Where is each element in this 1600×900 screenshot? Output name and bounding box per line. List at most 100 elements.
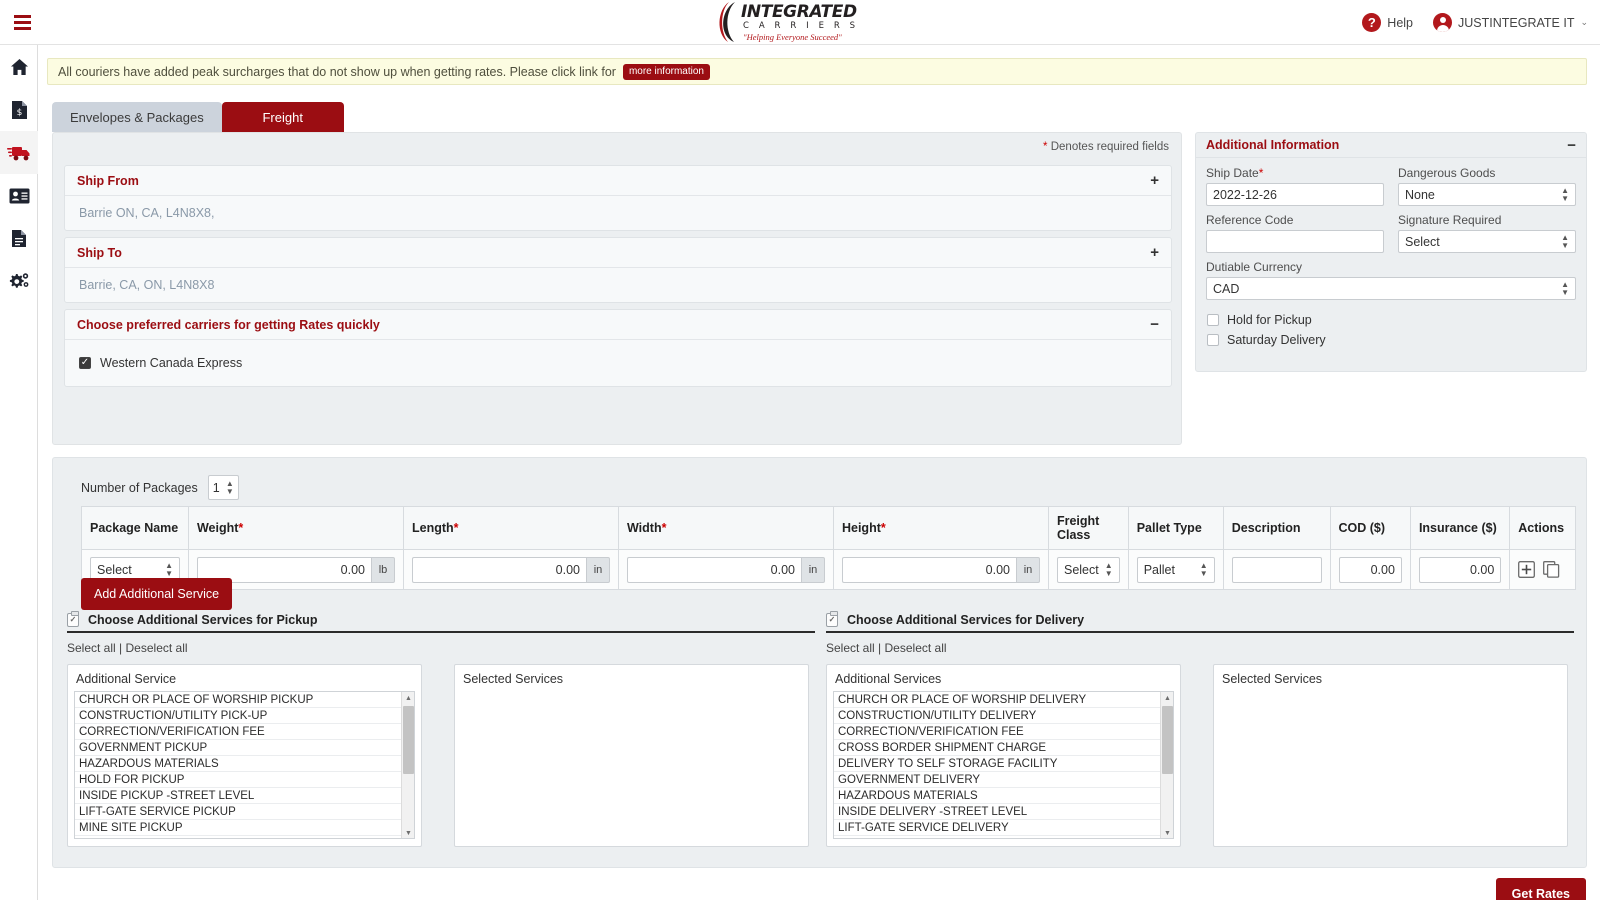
reference-code-input[interactable]: [1206, 230, 1384, 253]
plus-square-icon[interactable]: [1518, 561, 1536, 578]
scroll-up-arrow-icon[interactable]: ▲: [1161, 692, 1173, 705]
tab-freight[interactable]: Freight: [221, 102, 344, 132]
scroll-down-arrow-icon[interactable]: ▼: [402, 827, 414, 838]
required-fields-text: Denotes required fields: [1050, 141, 1169, 153]
carrier-checkbox[interactable]: [79, 357, 91, 369]
pickup-available-list[interactable]: CHURCH OR PLACE OF WORSHIP PICKUP CONSTRU…: [74, 691, 415, 839]
delivery-services-title-row[interactable]: ✓ Choose Additional Services for Deliver…: [826, 611, 1574, 633]
list-item[interactable]: CHURCH OR PLACE OF WORSHIP DELIVERY: [834, 692, 1173, 708]
top-right-controls: ? Help JUSTINTEGRATE IT ⌄: [1362, 0, 1588, 45]
list-item[interactable]: INSIDE DELIVERY -STREET LEVEL: [834, 804, 1173, 820]
delivery-select-all-link[interactable]: Select all: [826, 641, 875, 655]
dutiable-currency-select[interactable]: CAD ▲ ▼: [1206, 277, 1576, 300]
delivery-deselect-all-link[interactable]: Deselect all: [885, 641, 947, 655]
delivery-available-list[interactable]: CHURCH OR PLACE OF WORSHIP DELIVERY CONST…: [833, 691, 1174, 839]
list-item[interactable]: CROSS BORDER SHIPMENT CHARGE: [834, 740, 1173, 756]
ship-to-header[interactable]: Ship To +: [65, 238, 1171, 268]
list-item[interactable]: CONSTRUCTION/UTILITY DELIVERY: [834, 708, 1173, 724]
additional-information-header[interactable]: Additional Information −: [1196, 133, 1586, 158]
copy-icon[interactable]: [1543, 561, 1560, 578]
delivery-services-section: ✓ Choose Additional Services for Deliver…: [826, 611, 1574, 847]
length-input[interactable]: [411, 556, 586, 583]
ship-from-title: Ship From: [77, 173, 139, 188]
cell-width: in: [617, 549, 834, 590]
ship-from-toggle-icon[interactable]: +: [1150, 172, 1159, 189]
insurance-input[interactable]: [1418, 556, 1502, 583]
pickup-deselect-all-link[interactable]: Deselect all: [126, 641, 188, 655]
cod-input[interactable]: [1338, 556, 1402, 583]
list-item[interactable]: MINE SITE PICKUP: [75, 820, 414, 836]
hold-for-pickup-row[interactable]: Hold for Pickup: [1207, 313, 1576, 327]
list-item[interactable]: LIFT-GATE SERVICE PICKUP: [75, 804, 414, 820]
freight-class-value: Select: [1063, 562, 1099, 577]
add-additional-service-button[interactable]: Add Additional Service: [81, 578, 233, 610]
list-item[interactable]: HAZARDOUS MATERIALS: [75, 756, 414, 772]
col-actions: Actions: [1509, 506, 1576, 550]
list-item[interactable]: HAZARDOUS MATERIALS: [834, 788, 1173, 804]
list-item[interactable]: CHURCH OR PLACE OF WORSHIP PICKUP: [75, 692, 414, 708]
description-input[interactable]: [1231, 556, 1322, 583]
pickup-selected-list[interactable]: [461, 691, 802, 839]
scrollbar-thumb[interactable]: [403, 706, 414, 774]
cell-insurance: [1409, 549, 1511, 590]
hamburger-icon[interactable]: [0, 0, 45, 45]
list-item[interactable]: GOVERNMENT DELIVERY: [834, 772, 1173, 788]
delivery-selected-list[interactable]: [1220, 691, 1561, 839]
list-item[interactable]: DELIVERY TO SELF STORAGE FACILITY: [834, 756, 1173, 772]
saturday-delivery-row[interactable]: Saturday Delivery: [1207, 333, 1576, 347]
freight-class-select[interactable]: Select ▲ ▼: [1056, 556, 1120, 583]
gear-icon: [9, 273, 29, 288]
dangerous-goods-select[interactable]: None ▲ ▼: [1398, 183, 1576, 206]
col-weight: Weight*: [187, 506, 404, 550]
list-item[interactable]: CORRECTION/VERIFICATION FEE: [75, 724, 414, 740]
scrollbar-thumb[interactable]: [1162, 706, 1173, 774]
additional-information-toggle-icon[interactable]: −: [1567, 137, 1576, 154]
list-item[interactable]: GOVERNMENT PICKUP: [75, 740, 414, 756]
list-item[interactable]: HOLD FOR PICKUP: [75, 772, 414, 788]
pickup-select-all-link[interactable]: Select all: [67, 641, 116, 655]
col-width: Width*: [617, 506, 834, 550]
height-input[interactable]: [841, 556, 1016, 583]
cell-length: in: [402, 549, 619, 590]
get-rates-button[interactable]: Get Rates: [1495, 878, 1586, 900]
ship-from-header[interactable]: Ship From +: [65, 166, 1171, 196]
col-weight-text: Weight: [196, 521, 239, 535]
sidebar-item-reports[interactable]: [0, 217, 38, 260]
ship-from-address[interactable]: Barrie ON, CA, L4N8X8,: [65, 196, 1171, 230]
scroll-up-arrow-icon[interactable]: ▲: [402, 692, 414, 705]
signature-required-select[interactable]: Select ▲ ▼: [1398, 230, 1576, 253]
sidebar-item-shipments[interactable]: [0, 131, 38, 174]
number-of-packages-stepper[interactable]: 1 ▲ ▼: [207, 475, 239, 500]
pallet-type-select[interactable]: Pallet ▲ ▼: [1136, 556, 1215, 583]
user-menu[interactable]: JUSTINTEGRATE IT ⌄: [1433, 13, 1588, 32]
dangerous-goods-value: None: [1405, 187, 1435, 202]
pickup-services-title-row[interactable]: ✓ Choose Additional Services for Pickup: [67, 611, 815, 633]
sidebar-item-settings[interactable]: [0, 260, 38, 303]
ship-to-toggle-icon[interactable]: +: [1150, 244, 1159, 261]
sidebar-item-contacts[interactable]: [0, 174, 38, 217]
scroll-down-arrow-icon[interactable]: ▼: [1161, 827, 1173, 838]
sidebar-item-home[interactable]: [0, 45, 38, 88]
more-information-button[interactable]: more information: [622, 63, 710, 80]
ship-date-input[interactable]: [1206, 183, 1384, 206]
preferred-carriers-toggle-icon[interactable]: −: [1150, 316, 1159, 333]
pickup-list-scrollbar[interactable]: ▲ ▼: [401, 692, 414, 838]
saturday-delivery-checkbox[interactable]: [1207, 334, 1219, 346]
tab-envelopes-packages[interactable]: Envelopes & Packages: [52, 102, 222, 132]
list-item[interactable]: CORRECTION/VERIFICATION FEE: [834, 724, 1173, 740]
clipboard-check-icon: ✓: [67, 611, 79, 627]
brand-logo[interactable]: INTEGRATED C A R R I E R S "Helping Ever…: [715, 0, 865, 45]
list-item[interactable]: CONSTRUCTION/UTILITY PICK-UP: [75, 708, 414, 724]
ship-to-address[interactable]: Barrie, CA, ON, L4N8X8: [65, 268, 1171, 302]
delivery-list-scrollbar[interactable]: ▲ ▼: [1160, 692, 1173, 838]
width-input[interactable]: [626, 556, 801, 583]
list-item[interactable]: MINE SITE DELIVERY: [834, 836, 1173, 838]
sidebar-item-quote[interactable]: $: [0, 88, 38, 131]
list-item[interactable]: INSIDE PICKUP -STREET LEVEL: [75, 788, 414, 804]
help-button[interactable]: ? Help: [1362, 13, 1413, 32]
hold-for-pickup-checkbox[interactable]: [1207, 314, 1219, 326]
preferred-carriers-header[interactable]: Choose preferred carriers for getting Ra…: [65, 310, 1171, 340]
list-item[interactable]: NON-COMMERCIAL/ LIMITED ACCESS PICKUP/NO…: [75, 836, 414, 838]
list-item[interactable]: LIFT-GATE SERVICE DELIVERY: [834, 820, 1173, 836]
pallet-type-value: Pallet: [1143, 562, 1175, 577]
